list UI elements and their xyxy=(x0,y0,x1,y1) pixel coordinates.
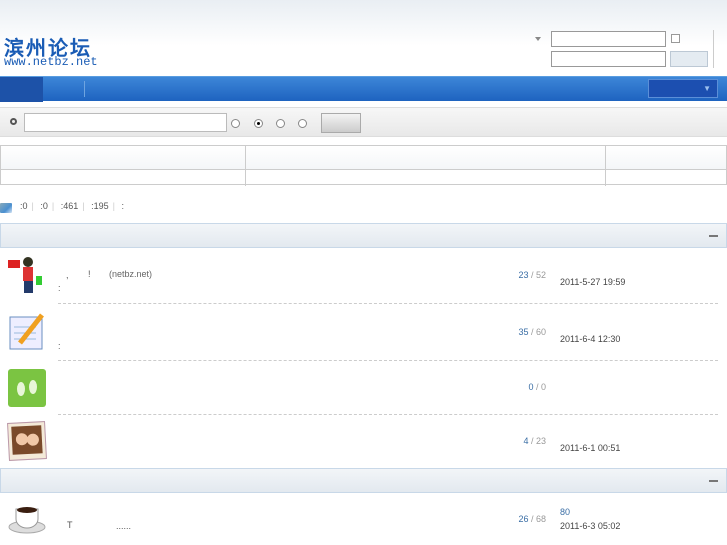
column-divider xyxy=(605,146,606,186)
forum-site-link[interactable]: (netbz.net) xyxy=(109,269,152,279)
forum-desc-1: T xyxy=(67,520,73,530)
last-post-time[interactable]: 2011-6-3 05:02 xyxy=(560,521,620,531)
thread-post-count: 0 / 0 xyxy=(528,382,546,392)
post-count: 60 xyxy=(535,327,546,337)
login-button[interactable] xyxy=(670,51,708,67)
stat-today: :0 xyxy=(20,201,28,211)
post-count: 52 xyxy=(535,270,546,280)
last-post-title[interactable]: 80 xyxy=(560,507,570,517)
forum-row: : 35 / 60 2011-6-4 12:30 xyxy=(0,304,727,361)
forum-moderator: : xyxy=(58,341,61,351)
forum-row: 0 / 0 xyxy=(0,361,727,415)
photo-icon[interactable] xyxy=(7,421,47,461)
search-type-radio-3[interactable] xyxy=(276,119,285,128)
column-divider xyxy=(245,146,246,186)
thread-count: 26 xyxy=(518,514,529,524)
nav-home-tab[interactable] xyxy=(0,77,43,102)
stats-icon xyxy=(0,203,12,213)
login-type-dropdown[interactable] xyxy=(535,37,541,41)
last-post-time[interactable]: 2011-6-1 00:51 xyxy=(560,443,620,453)
search-bar xyxy=(0,107,727,137)
thread-post-count: 4 / 23 xyxy=(523,436,546,446)
search-icon xyxy=(10,118,17,125)
forum-row: T ...... 26 / 68 80 2011-6-3 05:02 xyxy=(0,493,727,545)
logo-url: www.netbz.net xyxy=(4,55,98,69)
post-count: 23 xyxy=(535,436,546,446)
forum-desc-2: ! xyxy=(88,269,91,279)
notepad-pencil-icon[interactable] xyxy=(8,313,46,351)
search-type-radio-1[interactable] xyxy=(231,119,240,128)
megaphone-girl-icon[interactable] xyxy=(8,254,46,293)
announcement-table xyxy=(0,145,727,186)
forum-desc-1: , xyxy=(66,270,69,280)
stat-newest: : xyxy=(121,201,125,211)
announcement-header xyxy=(1,146,726,170)
post-count: 0 xyxy=(540,382,546,392)
forum-row: 4 / 23 2011-6-1 00:51 xyxy=(0,415,727,468)
collapse-icon[interactable] xyxy=(709,480,718,482)
thread-post-count: 23 / 52 xyxy=(518,270,546,280)
thread-count: 4 xyxy=(523,436,529,446)
category-header xyxy=(0,468,727,493)
nav-divider xyxy=(84,81,85,97)
thread-count: 35 xyxy=(518,327,529,337)
search-type-radio-4[interactable] xyxy=(298,119,307,128)
forum-stats: :0 | :0 | :461 | :195 | : xyxy=(20,201,125,211)
forum-desc-2: ...... xyxy=(116,521,132,531)
last-post-time[interactable]: 2011-5-27 19:59 xyxy=(560,277,625,287)
remember-checkbox[interactable] xyxy=(671,34,680,43)
thread-post-count: 26 / 68 xyxy=(518,514,546,524)
category-header xyxy=(0,223,727,248)
footprints-icon[interactable] xyxy=(8,369,46,407)
search-button[interactable] xyxy=(321,113,361,133)
coffee-cup-icon[interactable] xyxy=(8,501,46,539)
quick-nav-dropdown[interactable]: ▼ xyxy=(648,79,718,98)
last-post-time[interactable]: 2011-6-4 12:30 xyxy=(560,334,620,344)
post-count: 68 xyxy=(535,514,546,524)
username-input[interactable] xyxy=(551,31,666,47)
stat-members: :195 xyxy=(91,201,109,211)
thread-count: 23 xyxy=(518,270,529,280)
search-input[interactable] xyxy=(24,113,227,132)
password-input[interactable] xyxy=(551,51,666,67)
search-type-radio-2[interactable] xyxy=(254,119,263,128)
thread-count: 0 xyxy=(528,382,534,392)
forum-row: , ! (netbz.net) : 23 / 52 2011-5-27 19:5… xyxy=(0,248,727,304)
header-divider xyxy=(713,30,714,68)
header: 滨州论坛 www.netbz.net xyxy=(0,0,727,76)
stat-yesterday: :0 xyxy=(40,201,48,211)
main-nav: ▼ xyxy=(0,76,727,102)
thread-post-count: 35 / 60 xyxy=(518,327,546,337)
collapse-icon[interactable] xyxy=(709,235,718,237)
stat-threads: :461 xyxy=(60,201,79,211)
forum-moderator: : xyxy=(58,283,61,293)
